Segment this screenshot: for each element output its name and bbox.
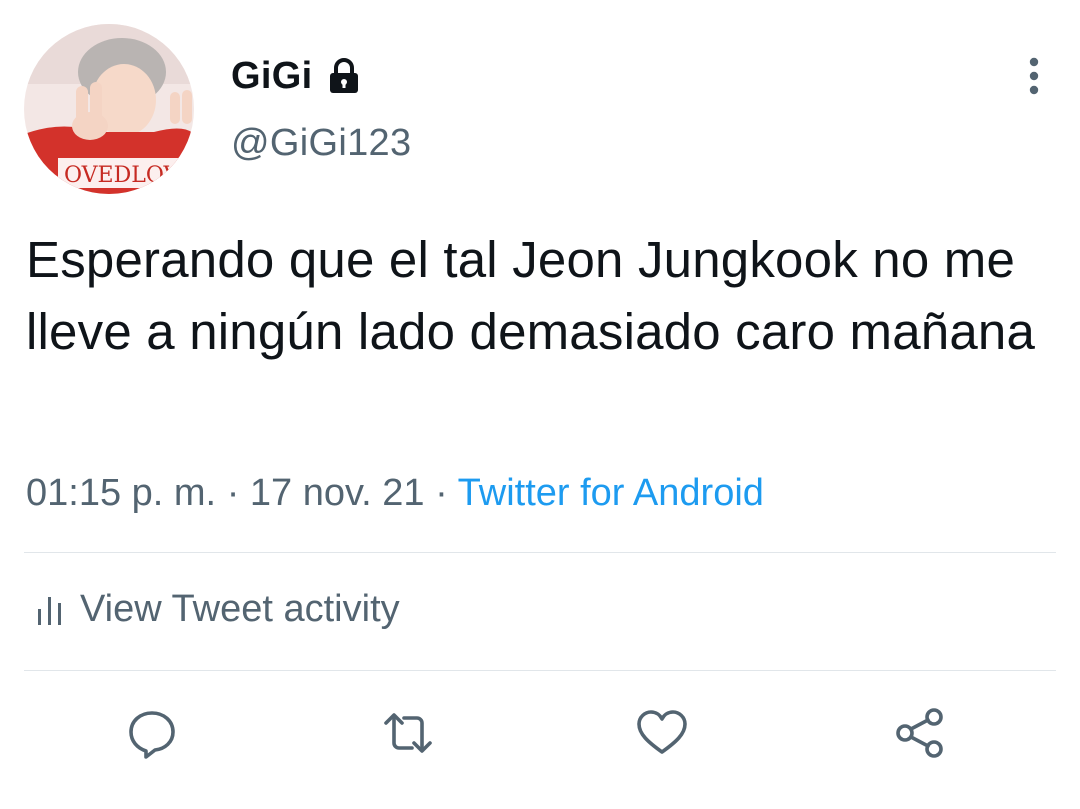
tweet-meta: 01:15 p. m. · 17 nov. 21 · Twitter for A… xyxy=(26,472,764,515)
tweet-source-link[interactable]: Twitter for Android xyxy=(458,472,764,514)
avatar-image: OVEDLOVE xyxy=(24,24,194,194)
tweet-date: 17 nov. 21 xyxy=(249,472,425,514)
reply-icon xyxy=(129,711,175,759)
display-name[interactable]: GiGi xyxy=(231,55,312,98)
avatar[interactable]: OVEDLOVE xyxy=(24,24,194,194)
tweet-time: 01:15 p. m. xyxy=(26,472,217,514)
meta-separator: · xyxy=(435,472,448,514)
view-tweet-activity-label: View Tweet activity xyxy=(80,588,400,630)
view-tweet-activity-button[interactable]: View Tweet activity xyxy=(36,588,400,631)
bar-chart-icon xyxy=(38,596,61,625)
svg-text:OVEDLOVE: OVEDLOVE xyxy=(64,163,194,188)
author-name-row: GiGi xyxy=(231,52,362,100)
lock-icon xyxy=(326,56,362,96)
divider xyxy=(24,552,1056,553)
retweet-button[interactable] xyxy=(380,705,436,761)
heart-icon xyxy=(637,710,687,754)
divider xyxy=(24,670,1056,671)
more-options-button[interactable] xyxy=(1016,56,1052,96)
share-button[interactable] xyxy=(892,705,948,761)
user-handle[interactable]: @GiGi123 xyxy=(231,122,411,165)
tweet-text: Esperando que el tal Jeon Jungkook no me… xyxy=(26,231,1036,360)
like-button[interactable] xyxy=(634,705,690,761)
meta-separator: · xyxy=(226,472,240,514)
more-vertical-icon xyxy=(1029,57,1039,95)
reply-button[interactable] xyxy=(124,705,180,761)
retweet-icon xyxy=(384,713,432,753)
share-icon xyxy=(896,708,943,758)
